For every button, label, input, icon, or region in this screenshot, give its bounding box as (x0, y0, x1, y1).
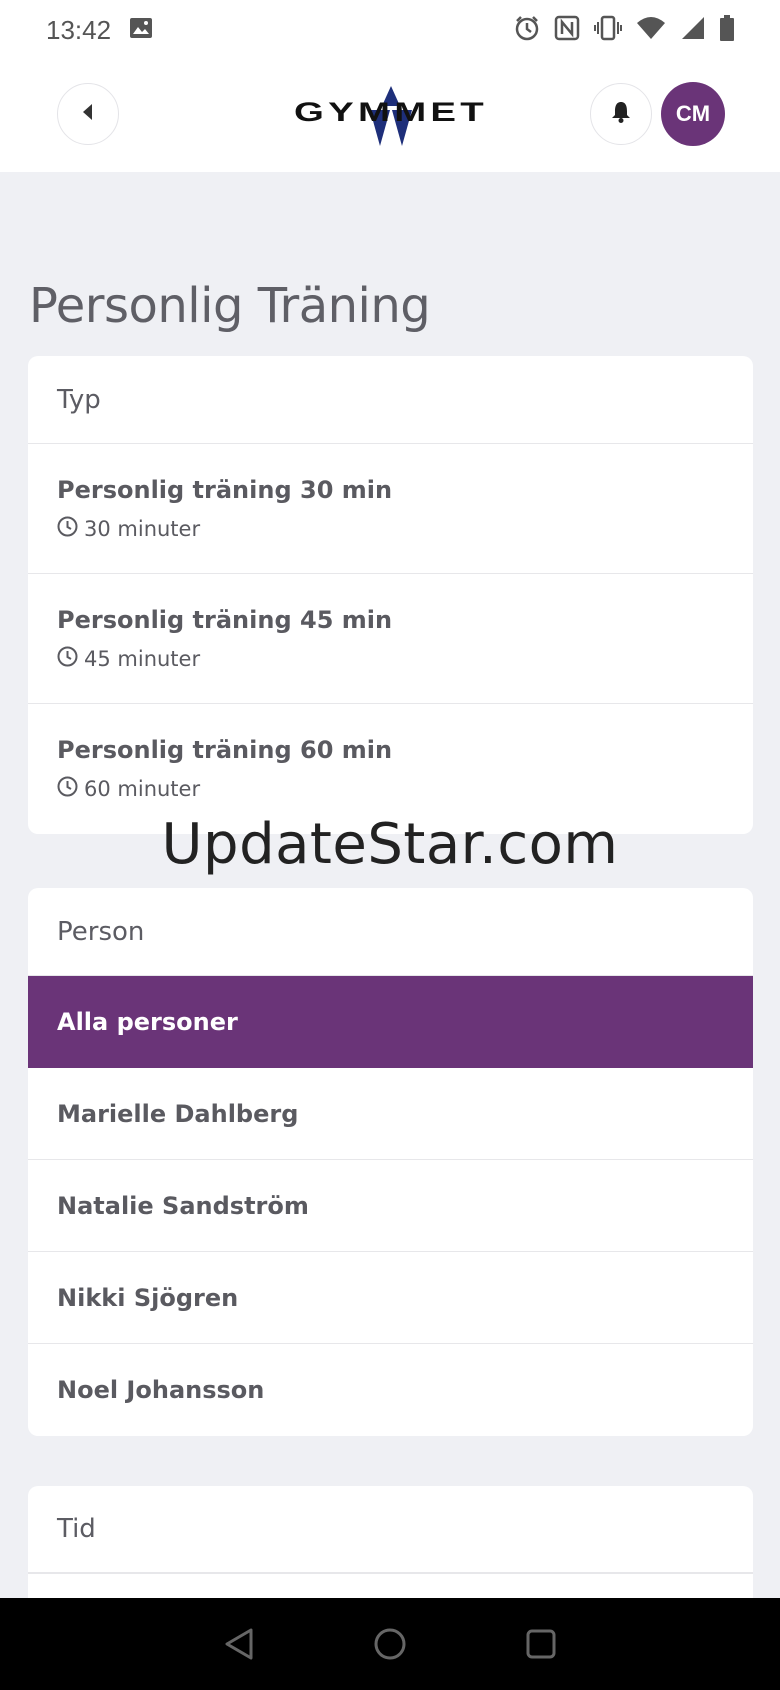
person-item[interactable]: Natalie Sandström (28, 1160, 753, 1252)
nav-back-icon[interactable] (223, 1627, 255, 1661)
time-card: Tid (28, 1486, 753, 1598)
type-item-duration: 60 minuter (57, 776, 753, 802)
type-item-duration: 45 minuter (57, 646, 753, 672)
status-bar: 13:42 (0, 0, 780, 60)
duration-text: 30 minuter (84, 516, 201, 541)
image-notification-icon (129, 17, 153, 43)
gymmet-logo: GYMMET (292, 84, 490, 148)
wifi-icon (636, 16, 666, 44)
duration-text: 45 minuter (84, 646, 201, 671)
avatar[interactable]: CM (661, 82, 725, 146)
time-card-header: Tid (28, 1486, 753, 1574)
back-button[interactable] (57, 83, 119, 145)
type-item-name: Personlig träning 30 min (57, 475, 393, 504)
person-item[interactable]: Noel Johansson (28, 1344, 753, 1436)
type-card: Typ Personlig träning 30 min 30 minuter … (28, 356, 753, 834)
signal-icon (680, 16, 706, 44)
status-time: 13:42 (46, 14, 112, 45)
person-item[interactable]: Marielle Dahlberg (28, 1068, 753, 1160)
type-item-duration: 30 minuter (57, 516, 753, 542)
bell-icon (611, 101, 631, 127)
type-item[interactable]: Personlig träning 45 min 45 minuter (28, 574, 753, 704)
clock-icon (57, 776, 78, 802)
type-item[interactable]: Personlig träning 30 min 30 minuter (28, 444, 753, 574)
type-card-header: Typ (28, 356, 753, 444)
nav-home-icon[interactable] (373, 1627, 407, 1661)
person-card: Person Alla personer Marielle Dahlberg N… (28, 888, 753, 1436)
page-title: Personlig Träning (29, 278, 431, 334)
duration-text: 60 minuter (84, 777, 201, 801)
nav-recents-icon[interactable] (525, 1628, 557, 1660)
chevron-left-icon (81, 103, 95, 125)
clock-icon (57, 516, 78, 542)
alarm-icon (514, 15, 540, 45)
svg-text:GYMMET: GYMMET (294, 97, 488, 127)
type-item-name: Personlig träning 60 min (57, 736, 393, 764)
person-card-header: Person (28, 888, 753, 976)
vibrate-icon (594, 15, 622, 45)
battery-icon (720, 15, 734, 45)
nfc-icon (554, 15, 580, 45)
notifications-button[interactable] (590, 83, 652, 145)
clock-icon (57, 646, 78, 672)
system-nav-bar (0, 1598, 780, 1690)
watermark-text: UpdateStar.com (161, 812, 619, 877)
person-item-all[interactable]: Alla personer (28, 976, 753, 1068)
app-header: GYMMET CM (0, 60, 780, 172)
type-item-name: Personlig träning 45 min (57, 605, 393, 634)
person-item[interactable]: Nikki Sjögren (28, 1252, 753, 1344)
